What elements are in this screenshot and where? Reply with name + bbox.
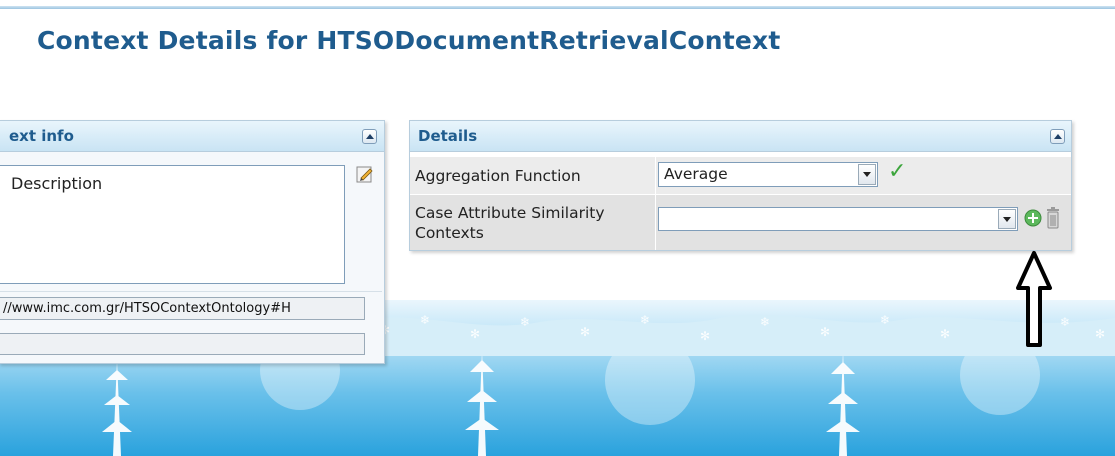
column-divider [655,195,656,250]
context-info-title: ext info [9,127,74,145]
svg-text:❄: ❄ [520,315,530,329]
svg-text:✻: ✻ [820,325,830,339]
aggregation-function-label: Aggregation Function [415,167,581,185]
svg-text:❄: ❄ [640,313,650,327]
svg-text:✻: ✻ [700,329,710,343]
details-panel: Details Aggregation Function Average ✓ C… [409,120,1072,251]
pencil-edit-icon[interactable] [356,165,374,183]
plus-circle-icon[interactable] [1024,209,1042,227]
checkmark-icon[interactable]: ✓ [888,159,906,184]
up-arrow-icon [1016,251,1052,347]
aggregation-function-select[interactable]: Average [658,162,878,187]
case-attribute-select[interactable] [658,207,1018,231]
collapse-context-info-button[interactable] [362,129,377,144]
case-attribute-row: Case Attribute Similarity Contexts [410,195,1071,250]
details-header: Details [410,121,1071,152]
description-textarea[interactable]: Description [0,165,345,284]
panel-divider [0,291,382,292]
column-divider [655,157,656,194]
page-title: Context Details for HTSODocumentRetrieva… [37,26,781,55]
context-info-header: ext info [0,121,384,152]
aggregation-function-value: Average [664,165,728,183]
svg-text:❄: ❄ [1060,315,1070,329]
context-info-panel: ext info Description //www.imc.com.gr/HT… [0,120,385,364]
collapse-details-button[interactable] [1050,129,1065,144]
svg-text:❄: ❄ [880,313,890,327]
secondary-field[interactable] [0,333,365,355]
chevron-down-icon[interactable] [858,164,876,185]
case-attribute-label: Case Attribute Similarity Contexts [415,204,605,242]
svg-text:❄: ❄ [760,315,770,329]
uri-field[interactable]: //www.imc.com.gr/HTSOContextOntology#H [0,297,365,320]
details-title: Details [418,127,478,145]
top-divider [0,6,1115,9]
svg-text:✻: ✻ [940,327,950,341]
trash-icon[interactable] [1046,207,1060,229]
description-label: Description [11,174,103,193]
svg-text:✻: ✻ [580,325,590,339]
aggregation-function-row: Aggregation Function Average ✓ [410,157,1071,195]
chevron-down-icon[interactable] [998,209,1016,229]
svg-text:✻: ✻ [1095,327,1105,341]
svg-text:✻: ✻ [470,327,480,341]
svg-text:❄: ❄ [420,313,430,327]
